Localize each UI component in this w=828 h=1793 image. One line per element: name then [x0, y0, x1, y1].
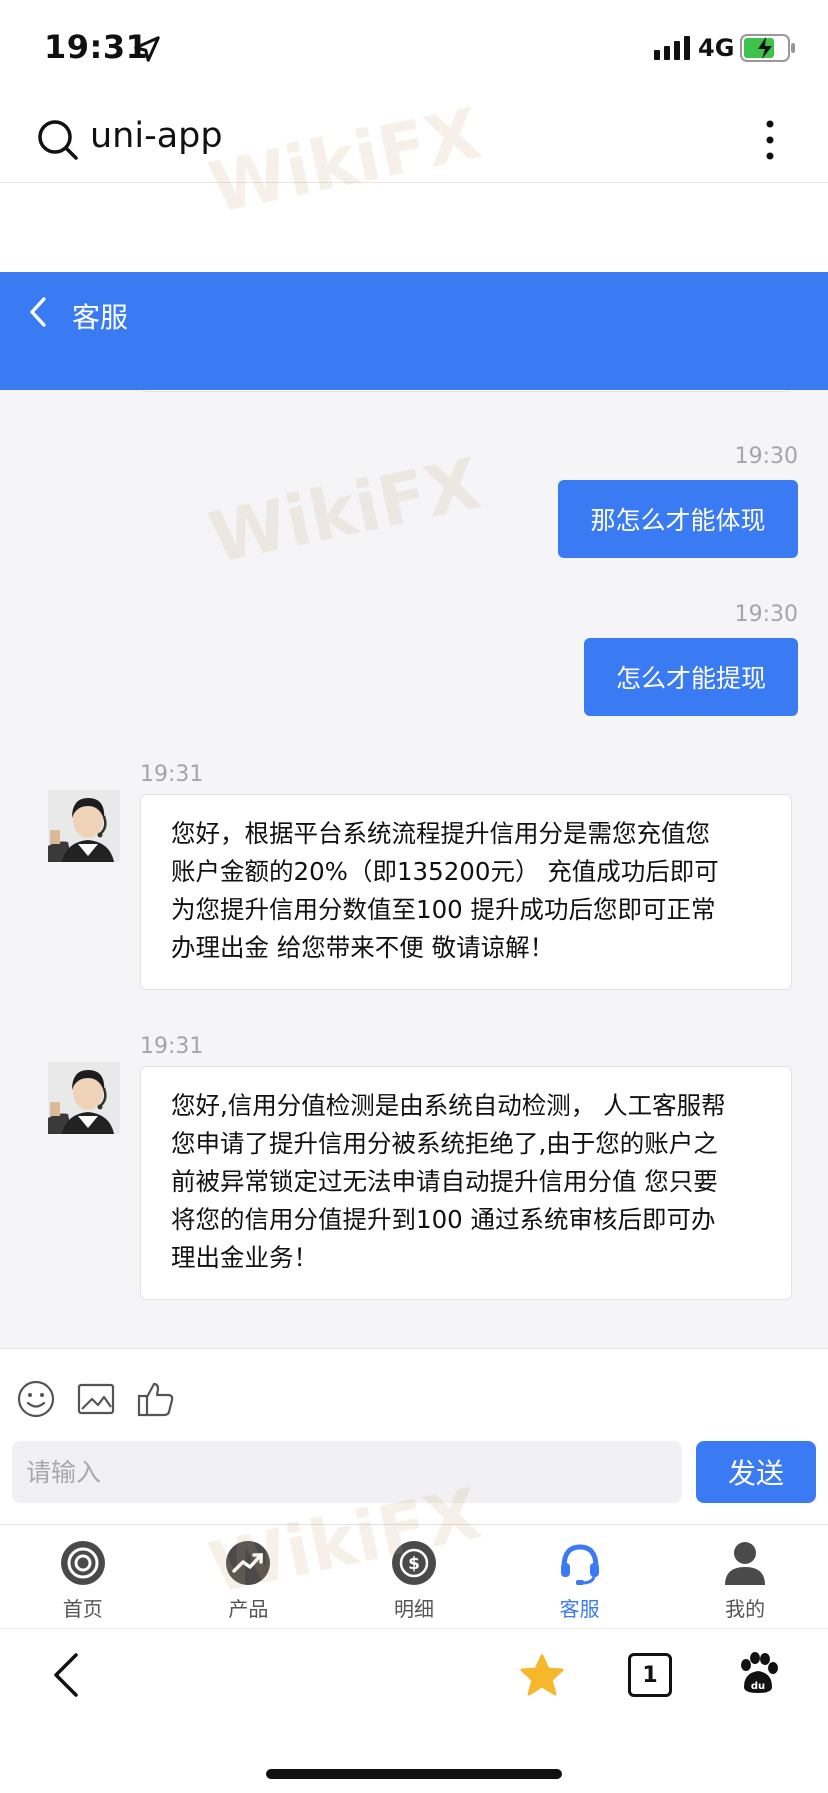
tab-label: 首页: [62, 1597, 103, 1621]
tab-label: 我的: [725, 1597, 766, 1621]
chat-message-list[interactable]: 19:30 那怎么才能体现 19:30 怎么才能提现 19:31 您好，根据平台…: [0, 390, 828, 1348]
message-timestamp: 19:31: [140, 1034, 204, 1059]
tab-profile[interactable]: 我的: [662, 1525, 828, 1629]
tab-label: 产品: [228, 1597, 269, 1621]
agent-avatar: [48, 790, 120, 862]
chart-icon: [226, 1541, 271, 1585]
more-vertical-icon[interactable]: [760, 118, 780, 162]
home-icon: [60, 1541, 105, 1585]
bottom-tab-bar: 首页 产品 $ 明细 客服 我的: [0, 1524, 828, 1629]
tab-details[interactable]: $ 明细: [331, 1525, 497, 1629]
location-arrow-icon: [134, 36, 160, 62]
agent-message-bubble: 您好，根据平台系统流程提升信用分是需您充值您 账户金额的20%（即135200元…: [140, 794, 792, 990]
emoji-icon[interactable]: [16, 1379, 56, 1419]
browser-bottom-bar: 1 du: [0, 1628, 828, 1793]
thumbs-up-icon[interactable]: [136, 1379, 176, 1419]
tab-label: 客服: [559, 1597, 600, 1621]
home-indicator: [266, 1769, 562, 1779]
user-message-bubble: 怎么才能提现: [584, 638, 798, 716]
headset-icon: [560, 1544, 599, 1585]
message-line: 您好，根据平台系统流程提升信用分是需您充值您: [171, 819, 710, 848]
message-composer: 发送: [0, 1348, 828, 1525]
baidu-paw-icon[interactable]: du: [736, 1651, 780, 1695]
message-timestamp: 19:30: [734, 444, 798, 469]
tab-label: 明细: [393, 1597, 434, 1621]
svg-text:$: $: [408, 1554, 420, 1574]
page-title: 客服: [72, 301, 129, 334]
previous-message-bubble: [140, 390, 792, 392]
browser-back-icon[interactable]: [52, 1653, 80, 1697]
message-line: 理出金业务！: [171, 1243, 318, 1272]
network-type: 4G: [698, 34, 735, 62]
svg-text:du: du: [751, 1681, 765, 1692]
tab-products[interactable]: 产品: [166, 1525, 332, 1629]
battery-charging-icon: [740, 34, 795, 62]
status-bar: 19:31 4G: [0, 0, 828, 96]
message-line: 您申请了提升信用分被系统拒绝了,由于您的账户之: [171, 1129, 718, 1158]
message-line: 您好,信用分值检测是由系统自动检测， 人工客服帮: [171, 1091, 726, 1120]
message-line: 账户金额的20%（即135200元） 充值成功后即可: [171, 857, 719, 886]
message-line: 为您提升信用分数值至100 提升成功后您即可正常: [171, 895, 716, 924]
message-line: 办理出金 给您带来不便 敬请谅解！: [171, 933, 555, 962]
message-timestamp: 19:31: [140, 762, 204, 787]
tab-customer-service[interactable]: 客服: [497, 1525, 663, 1629]
image-icon[interactable]: [76, 1379, 116, 1419]
tab-home[interactable]: 首页: [0, 1525, 166, 1629]
dollar-icon: $: [391, 1541, 436, 1585]
message-timestamp: 19:30: [734, 602, 798, 627]
message-line: 将您的信用分值提升到100 通过系统审核后即可办: [171, 1205, 716, 1234]
tabs-count-button[interactable]: 1: [628, 1653, 672, 1697]
app-header: 客服: [0, 272, 828, 390]
message-line: 前被异常锁定过无法申请自动提升信用分值 您只要: [171, 1167, 718, 1196]
browser-url-bar[interactable]: uni-app: [0, 96, 828, 183]
url-text[interactable]: uni-app: [90, 116, 223, 156]
agent-avatar: [48, 1062, 120, 1134]
search-icon[interactable]: [36, 118, 80, 162]
cell-signal-icon: [654, 36, 690, 60]
user-message-bubble: 那怎么才能体现: [558, 480, 798, 558]
favorite-star-icon[interactable]: [518, 1653, 566, 1699]
agent-message-bubble: 您好,信用分值检测是由系统自动检测， 人工客服帮 您申请了提升信用分被系统拒绝了…: [140, 1066, 792, 1300]
user-icon: [725, 1542, 766, 1585]
send-button[interactable]: 发送: [696, 1441, 816, 1503]
message-input[interactable]: [12, 1441, 682, 1503]
back-chevron-icon[interactable]: [26, 296, 50, 328]
